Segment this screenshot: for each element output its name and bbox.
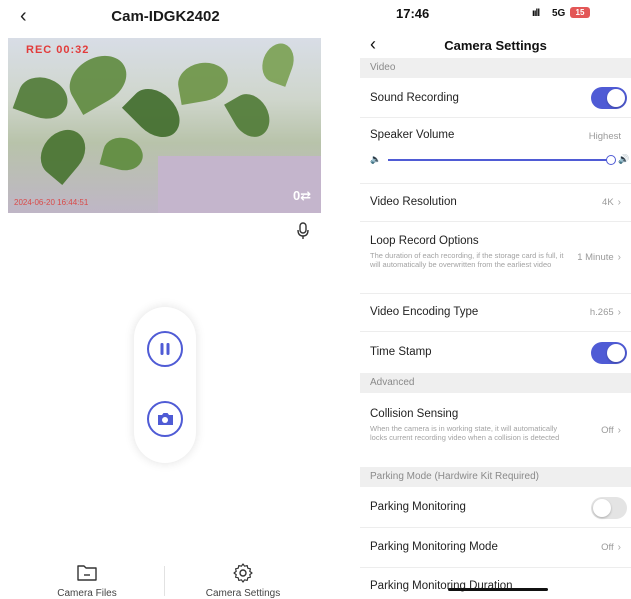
row-label: Parking Monitoring Mode bbox=[370, 541, 498, 553]
row-label: Speaker Volume bbox=[370, 129, 455, 141]
folder-icon[interactable] bbox=[76, 562, 98, 582]
chevron-right-icon: › bbox=[617, 425, 621, 436]
row-sound-recording[interactable]: Sound Recording bbox=[360, 78, 631, 118]
row-collision-sensing[interactable]: Collision Sensing When the camera is in … bbox=[360, 393, 631, 467]
chevron-right-icon: › bbox=[617, 307, 621, 318]
row-time-stamp[interactable]: Time Stamp bbox=[360, 332, 631, 373]
signal-icon: ııll bbox=[532, 8, 540, 19]
microphone-icon[interactable] bbox=[296, 222, 310, 240]
home-indicator bbox=[448, 588, 548, 591]
row-label: Video Resolution bbox=[370, 196, 457, 208]
parking-monitoring-toggle[interactable] bbox=[591, 497, 627, 519]
loop-record-value: 1 Minute bbox=[577, 252, 614, 263]
recording-controls bbox=[134, 307, 196, 463]
row-encoding[interactable]: Video Encoding Type h.265 › bbox=[360, 294, 631, 332]
battery-icon: 15 bbox=[570, 7, 590, 18]
leaf-shape bbox=[12, 70, 74, 126]
speaker-volume-value: Highest bbox=[588, 131, 621, 142]
row-label: Collision Sensing bbox=[370, 408, 459, 420]
leaf-shape bbox=[99, 133, 147, 175]
leaf-shape bbox=[31, 120, 95, 186]
status-time: 17:46 bbox=[396, 6, 430, 21]
camera-icon bbox=[158, 413, 173, 425]
camera-settings-label[interactable]: Camera Settings bbox=[196, 588, 290, 599]
row-value: h.265 › bbox=[590, 307, 621, 318]
time-stamp-toggle[interactable] bbox=[591, 342, 627, 364]
chevron-right-icon: › bbox=[617, 542, 621, 553]
page-title: Camera Settings bbox=[444, 38, 547, 53]
toggle-knob bbox=[607, 89, 625, 107]
sound-recording-toggle[interactable] bbox=[591, 87, 627, 109]
gear-icon[interactable] bbox=[232, 562, 254, 584]
row-description: When the camera is in working state, it … bbox=[370, 424, 560, 442]
row-value: 4K › bbox=[602, 197, 621, 208]
switch-lens-button[interactable]: 0⇄ bbox=[293, 188, 317, 208]
volume-slider-handle[interactable] bbox=[606, 155, 616, 165]
volume-low-icon: 🔈 bbox=[370, 154, 382, 164]
encoding-value: h.265 bbox=[589, 307, 614, 318]
row-label: Sound Recording bbox=[370, 92, 459, 104]
row-label: Video Encoding Type bbox=[370, 306, 479, 318]
chevron-right-icon: › bbox=[617, 252, 621, 263]
row-parking-duration[interactable]: Parking Monitoring Duration bbox=[360, 568, 631, 599]
row-speaker-volume: Speaker Volume Highest bbox=[360, 118, 631, 184]
volume-slider-track[interactable] bbox=[388, 159, 610, 161]
nav-divider bbox=[164, 566, 165, 596]
row-value: Off › bbox=[601, 542, 621, 553]
row-label: Loop Record Options bbox=[370, 235, 479, 247]
row-label: Parking Monitoring bbox=[370, 501, 466, 513]
video-resolution-value: 4K bbox=[602, 197, 614, 208]
row-loop-record[interactable]: Loop Record Options The duration of each… bbox=[360, 222, 631, 294]
row-value: Off › bbox=[601, 425, 621, 436]
video-timestamp: 2024-06-20 16:44:51 bbox=[14, 198, 89, 207]
row-description: The duration of each recording, if the s… bbox=[370, 251, 564, 269]
row-label: Time Stamp bbox=[370, 346, 432, 358]
section-header-advanced: Advanced bbox=[360, 373, 631, 393]
chevron-right-icon: › bbox=[617, 197, 621, 208]
section-header-parking: Parking Mode (Hardwire Kit Required) bbox=[360, 467, 631, 487]
recording-indicator: REC 00:32 bbox=[26, 44, 90, 56]
row-parking-mode[interactable]: Parking Monitoring Mode Off › bbox=[360, 528, 631, 568]
leaf-shape bbox=[257, 39, 299, 87]
snapshot-button[interactable] bbox=[147, 401, 183, 437]
leaf-shape bbox=[175, 58, 231, 106]
parking-mode-value: Off bbox=[601, 542, 614, 553]
camera-files-label[interactable]: Camera Files bbox=[40, 588, 134, 599]
camera-live-screen: ‹ Cam-IDGK2402 REC 00:32 2024-06-20 16:4… bbox=[0, 0, 331, 599]
section-header-video: Video bbox=[360, 58, 631, 78]
live-video-feed[interactable]: REC 00:32 2024-06-20 16:44:51 0⇄ bbox=[8, 38, 321, 213]
volume-high-icon: 🔊 bbox=[618, 154, 630, 164]
network-type: 5G bbox=[552, 8, 566, 19]
row-value: 1 Minute › bbox=[577, 252, 621, 263]
row-video-resolution[interactable]: Video Resolution 4K › bbox=[360, 184, 631, 222]
collision-value: Off bbox=[601, 425, 614, 436]
camera-title: Cam-IDGK2402 bbox=[111, 8, 220, 25]
toggle-knob bbox=[593, 499, 611, 517]
leaf-shape bbox=[224, 87, 277, 144]
row-parking-monitoring[interactable]: Parking Monitoring bbox=[360, 487, 631, 528]
pause-button[interactable] bbox=[147, 331, 183, 367]
camera-settings-screen: 17:46 ııll 5G 15 ‹ Camera Settings Video… bbox=[360, 0, 631, 599]
toggle-knob bbox=[607, 344, 625, 362]
pause-icon bbox=[160, 343, 170, 355]
